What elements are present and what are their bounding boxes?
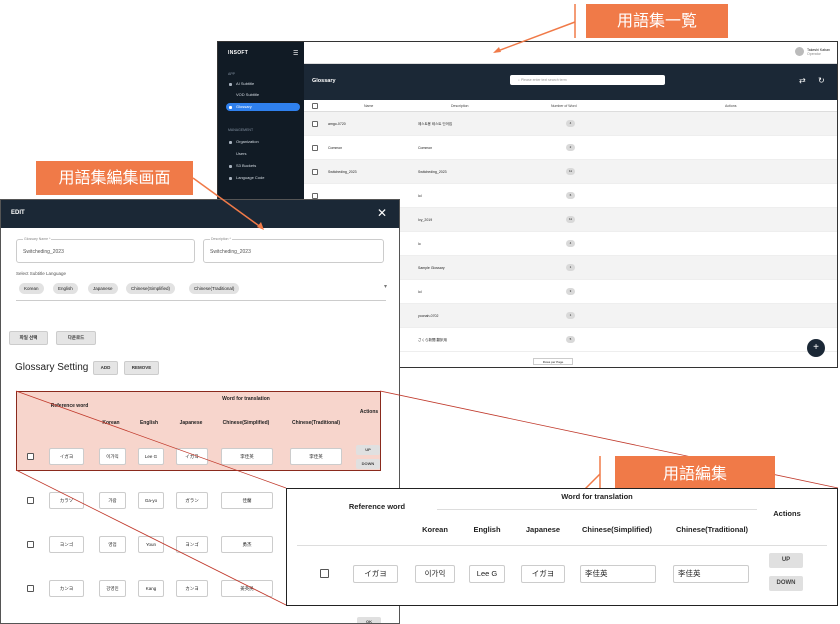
up-button[interactable]: UP <box>769 553 803 568</box>
col-reference-word: Reference word <box>348 502 406 511</box>
col-actions: Actions <box>773 509 801 518</box>
japanese-input[interactable]: イガヨ <box>521 565 565 583</box>
term-edit-zoom: Reference word Word for translation Kore… <box>286 488 838 606</box>
english-input[interactable]: Lee G <box>469 565 505 583</box>
col-english: English <box>473 525 501 534</box>
divider <box>297 545 827 546</box>
row-checkbox[interactable] <box>320 569 329 578</box>
chinese-simplified-input[interactable]: 李佳英 <box>580 565 656 583</box>
col-korean: Korean <box>422 525 448 534</box>
col-japanese: Japanese <box>525 525 561 534</box>
col-chinese-simplified: Chinese(Simplified) <box>581 525 652 534</box>
down-button[interactable]: DOWN <box>769 576 803 591</box>
col-word-for-translation: Word for translation <box>561 492 633 501</box>
col-chinese-traditional: Chinese(Traditional) <box>675 525 749 534</box>
divider <box>437 509 757 510</box>
korean-input[interactable]: 이가익 <box>415 565 455 583</box>
reference-word-input[interactable]: イガヨ <box>353 565 398 583</box>
chinese-traditional-input[interactable]: 李佳英 <box>673 565 749 583</box>
callout-term-edit: 用語編集 <box>615 456 775 492</box>
